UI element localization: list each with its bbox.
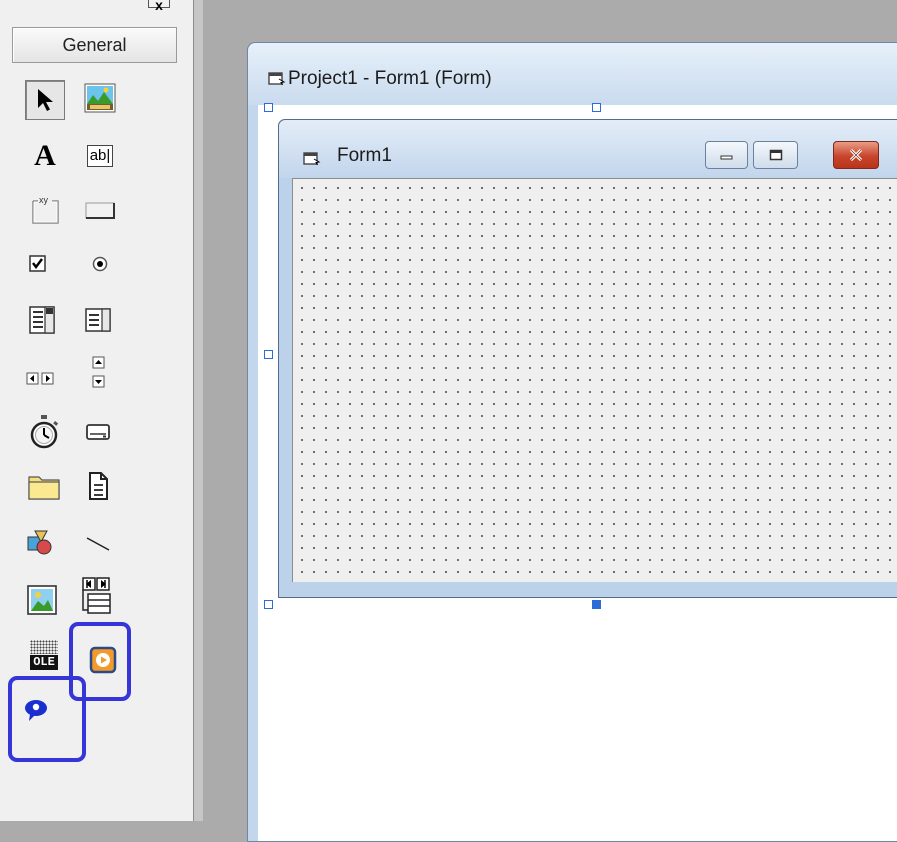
listbox-tool[interactable] — [78, 300, 118, 340]
vscrollbar-icon — [92, 356, 105, 388]
general-tab[interactable]: General — [12, 27, 177, 63]
picturebox-icon — [84, 83, 116, 113]
form1-window[interactable]: Form1 — [278, 119, 897, 598]
minimize-button[interactable] — [705, 141, 748, 169]
filelistbox-tool[interactable] — [78, 466, 118, 506]
toolbox-close-button[interactable]: x — [148, 0, 170, 13]
listbox-icon — [85, 308, 111, 332]
drivelistbox-icon — [86, 424, 110, 440]
form1-titlebar[interactable]: Form1 — [279, 120, 897, 178]
toolbox-splitter[interactable] — [193, 0, 203, 821]
picturebox-tool[interactable] — [80, 78, 120, 118]
shape-icon — [27, 530, 52, 555]
resize-handle-left[interactable] — [264, 350, 273, 359]
line-tool[interactable] — [78, 523, 118, 563]
pointer-icon — [38, 89, 53, 111]
resize-handle-bottom[interactable] — [592, 600, 601, 609]
dirlistbox-tool[interactable] — [24, 466, 64, 506]
combobox-icon — [29, 306, 55, 334]
hscrollbar-icon — [26, 372, 54, 385]
label-icon: A — [34, 139, 56, 172]
maximize-button[interactable] — [753, 141, 798, 169]
timer-icon — [30, 415, 59, 449]
vscrollbar-tool[interactable] — [78, 352, 118, 392]
close-button[interactable] — [833, 141, 879, 169]
ole-icon: OLE — [28, 640, 60, 672]
checkbox-icon — [29, 255, 46, 272]
data-icon — [82, 577, 111, 614]
agent-highlight — [8, 676, 86, 762]
textbox-icon: ab| — [86, 145, 114, 167]
ole-label: OLE — [30, 655, 58, 670]
form1-icon — [303, 152, 321, 166]
pointer-tool[interactable] — [25, 80, 65, 120]
ole-tool[interactable]: OLE — [24, 636, 64, 676]
resize-handle-bottom-left[interactable] — [264, 600, 273, 609]
drivelistbox-tool[interactable] — [78, 412, 118, 452]
combobox-tool[interactable] — [22, 300, 62, 340]
minimize-icon — [720, 155, 732, 160]
optionbutton-icon — [92, 256, 108, 272]
maximize-icon — [769, 149, 782, 161]
optionbutton-tool[interactable] — [80, 244, 120, 284]
form-icon — [268, 72, 286, 86]
textbox-tool[interactable]: ab| — [80, 136, 120, 176]
close-icon — [849, 149, 863, 161]
commandbutton-tool[interactable] — [80, 190, 120, 230]
image-icon — [27, 585, 57, 615]
resize-handle-top-left[interactable] — [264, 103, 273, 112]
shape-tool[interactable] — [20, 523, 60, 563]
timer-tool[interactable] — [24, 412, 64, 452]
form-design-grid[interactable] — [292, 178, 897, 582]
commandbutton-icon — [85, 202, 115, 219]
frame-tool[interactable]: xy — [25, 190, 65, 230]
designer-titlebar[interactable]: Project1 - Form1 (Form) — [248, 43, 897, 105]
toolbox: x General A ab| xy OLE — [0, 0, 193, 821]
dirlistbox-icon — [28, 476, 60, 500]
label-tool[interactable]: A — [25, 136, 65, 176]
checkbox-tool[interactable] — [18, 244, 58, 284]
hscrollbar-tool[interactable] — [20, 358, 60, 398]
line-icon — [86, 537, 110, 551]
designer-title: Project1 - Form1 (Form) — [288, 68, 492, 89]
frame-caption: xy — [39, 195, 48, 205]
form1-title: Form1 — [337, 145, 392, 166]
data-tool[interactable] — [76, 576, 116, 616]
filelistbox-icon — [89, 472, 108, 500]
image-tool[interactable] — [22, 580, 62, 620]
resize-handle-top[interactable] — [592, 103, 601, 112]
